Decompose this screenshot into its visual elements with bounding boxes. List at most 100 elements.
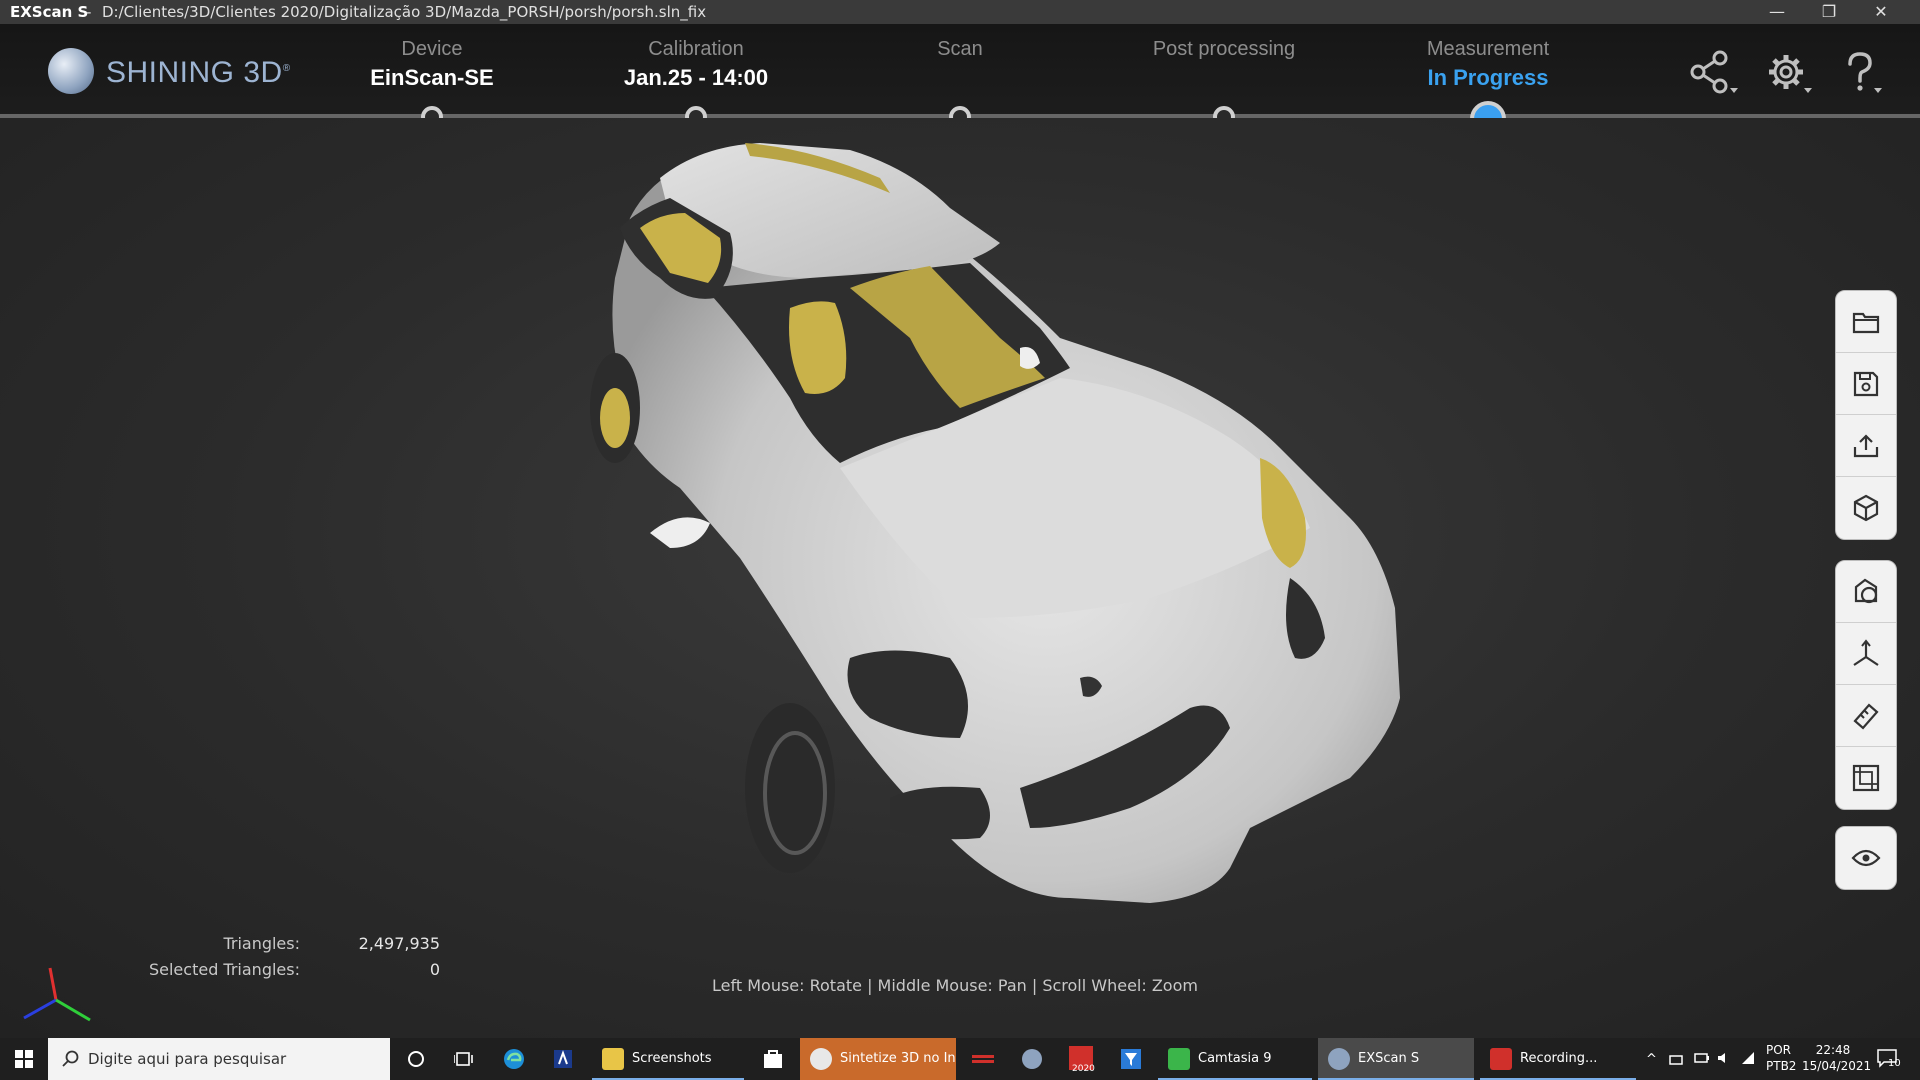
shape-tool-button[interactable]	[1836, 561, 1896, 623]
step-post-processing[interactable]: Post processing	[1094, 38, 1354, 65]
chrome-icon	[810, 1048, 832, 1070]
step-title: Post processing	[1152, 38, 1296, 60]
window-file-path: D:/Clientes/3D/Clientes 2020/Digitalizaç…	[102, 3, 707, 21]
taskbar-search-box[interactable]: Digite aqui para pesquisar	[48, 1038, 390, 1080]
exscan-window: EXScan S - D:/Clientes/3D/Clientes 2020/…	[0, 0, 1920, 1080]
tray-wifi-icon[interactable]	[1740, 1050, 1756, 1080]
bounding-box-button[interactable]	[1836, 747, 1896, 809]
export-button[interactable]	[1836, 415, 1896, 477]
gear-icon	[1769, 55, 1812, 93]
scanned-car-model[interactable]	[590, 138, 1530, 938]
triangles-label: Triangles:	[223, 934, 300, 953]
app-shortcut-button[interactable]	[548, 1044, 578, 1074]
window-app-name: EXScan S	[10, 3, 89, 21]
title-separator: -	[86, 3, 92, 21]
close-button[interactable]: ✕	[1856, 0, 1906, 24]
edge-button[interactable]	[499, 1044, 529, 1074]
app-blue-icon	[554, 1050, 572, 1068]
help-button[interactable]	[1836, 50, 1890, 100]
edge-icon	[504, 1049, 524, 1069]
restore-icon: ❐	[1821, 2, 1837, 21]
visibility-toolbar	[1835, 826, 1897, 890]
taskbar-app-camtasia[interactable]: Camtasia 9	[1158, 1038, 1312, 1080]
camtasia-icon	[1168, 1048, 1190, 1070]
step-value: In Progress	[1427, 65, 1549, 90]
file-toolbar	[1835, 290, 1897, 540]
minimize-button[interactable]: —	[1752, 0, 1802, 24]
restore-button[interactable]: ❐	[1804, 0, 1854, 24]
taskbar-app-exscan[interactable]: EXScan S	[1318, 1038, 1474, 1080]
taskbar-app-chrome[interactable]: Sintetize 3D no Inst...	[800, 1038, 956, 1080]
3d-viewport[interactable]: Triangles: 2,497,935 Selected Triangles:…	[0, 118, 1920, 1038]
model-view-button[interactable]	[1836, 477, 1896, 539]
cortana-button[interactable]	[401, 1044, 431, 1074]
coordinate-system-button[interactable]	[1836, 623, 1896, 685]
minimize-icon: —	[1769, 2, 1785, 21]
clock-date: 15/04/2021	[1802, 1059, 1872, 1073]
notification-count: 10	[1888, 1058, 1901, 1069]
taskbar-app-label: Recording...	[1520, 1051, 1598, 1066]
save-button[interactable]	[1836, 353, 1896, 415]
tray-volume-icon[interactable]	[1716, 1050, 1732, 1080]
settings-button[interactable]	[1762, 50, 1816, 100]
taskbar-app-label: Camtasia 9	[1198, 1051, 1272, 1066]
save-icon	[1853, 371, 1879, 396]
open-project-button[interactable]	[1836, 291, 1896, 353]
visibility-button[interactable]	[1836, 827, 1896, 889]
globe-logo-icon	[48, 48, 94, 94]
share-button[interactable]	[1688, 50, 1742, 100]
language-code: POR	[1766, 1043, 1792, 1057]
close-icon: ✕	[1874, 2, 1888, 21]
clock-time: 22:48	[1815, 1043, 1851, 1057]
triangles-value: 2,497,935	[358, 934, 440, 953]
taskbar-app-label: Screenshots	[632, 1051, 712, 1066]
measure-toolbar	[1835, 560, 1897, 810]
tray-language[interactable]: POR PTB2	[1766, 1042, 1796, 1080]
globe-icon	[1022, 1049, 1042, 1069]
tray-battery-icon[interactable]	[1694, 1050, 1710, 1080]
measure-ruler-button[interactable]	[1836, 685, 1896, 747]
step-calibration[interactable]: Calibration Jan.25 - 14:00	[566, 38, 826, 91]
windows-taskbar: Digite aqui para pesquisar Screenshots S…	[0, 1038, 1920, 1080]
exscan-shortcut-button[interactable]	[1017, 1044, 1047, 1074]
store-icon	[764, 1050, 782, 1068]
solidworks-button[interactable]: 2020	[1066, 1044, 1096, 1074]
app-shortcut-button[interactable]	[968, 1044, 998, 1074]
taskbar-app-recording[interactable]: Recording...	[1480, 1038, 1636, 1080]
wifi-icon	[1742, 1052, 1754, 1064]
folder-icon	[1852, 312, 1880, 333]
step-value: EinScan-SE	[370, 65, 494, 90]
notifications-button[interactable]: 10	[1876, 1048, 1901, 1080]
taskbar-app-label: EXScan S	[1358, 1051, 1420, 1066]
step-title: Calibration	[648, 38, 744, 60]
eye-icon	[1851, 849, 1881, 867]
exscan-icon	[1328, 1048, 1350, 1070]
battery-icon	[1694, 1053, 1709, 1063]
start-button[interactable]	[0, 1038, 48, 1080]
shape-icon	[1854, 578, 1878, 603]
logo-registered-mark: ®	[282, 63, 291, 74]
windows-logo-icon	[15, 1050, 33, 1068]
keyboard-layout: PTB2	[1766, 1059, 1797, 1073]
app-shortcut-button[interactable]	[1116, 1044, 1146, 1074]
step-scan[interactable]: Scan	[830, 38, 1090, 65]
step-measurement[interactable]: Measurement In Progress	[1358, 38, 1618, 91]
tray-overflow-chevron[interactable]: ^	[1646, 1052, 1657, 1080]
task-view-button[interactable]	[449, 1044, 479, 1074]
step-title: Measurement	[1426, 38, 1550, 60]
tray-network-icon[interactable]	[1668, 1050, 1684, 1080]
step-title: Device	[401, 38, 463, 60]
step-title: Scan	[937, 38, 983, 60]
title-bar: EXScan S - D:/Clientes/3D/Clientes 2020/…	[0, 0, 1920, 24]
network-icon	[1669, 1055, 1683, 1065]
tray-clock[interactable]: 22:48 15/04/2021	[1802, 1042, 1872, 1080]
step-device[interactable]: Device EinScan-SE	[302, 38, 562, 91]
cube-icon	[1853, 494, 1879, 522]
workflow-header: SHINING 3D® Device EinScan-SE Calibratio…	[0, 24, 1920, 137]
taskbar-app-screenshots[interactable]: Screenshots	[592, 1038, 744, 1080]
help-icon	[1848, 52, 1882, 93]
store-button[interactable]	[758, 1044, 788, 1074]
app-funnel-icon	[1121, 1049, 1141, 1069]
axis-icon	[1853, 638, 1879, 666]
cortana-icon	[408, 1051, 424, 1067]
